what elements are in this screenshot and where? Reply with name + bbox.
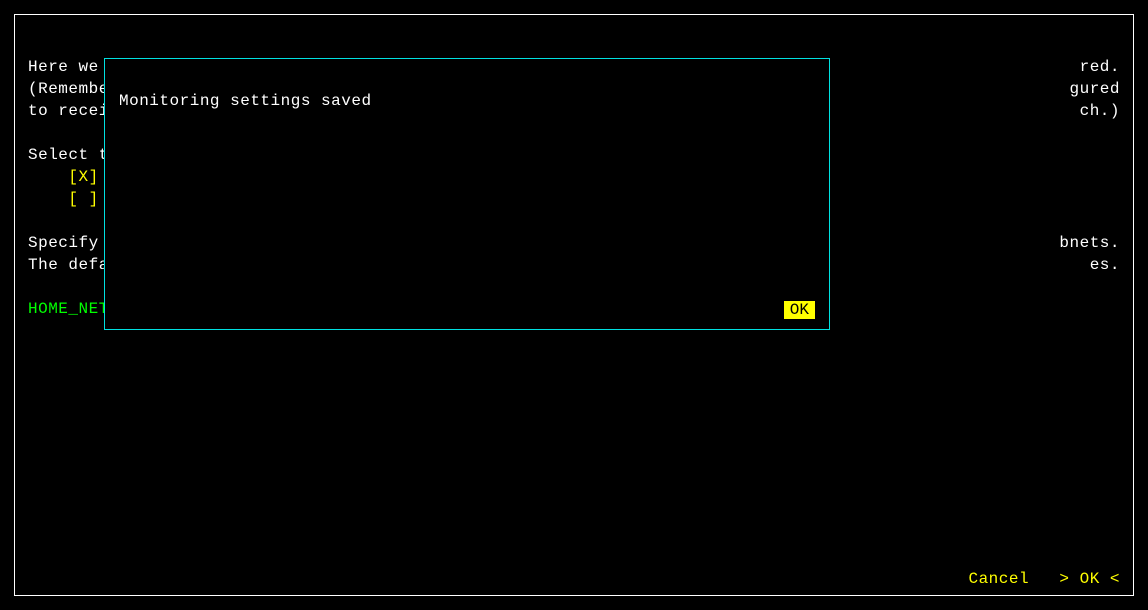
bg-text-left: Here we (28, 56, 99, 78)
checkbox-checked[interactable]: [X] (28, 166, 99, 188)
home-net-label: HOME_NET (28, 298, 109, 320)
bg-text-left: The defa (28, 254, 109, 276)
cancel-button[interactable]: Cancel (968, 570, 1029, 588)
bg-text-left: Select t (28, 144, 109, 166)
bg-text-right: ch.) (1080, 100, 1120, 122)
bg-text-right: es. (1090, 254, 1120, 276)
bg-text-right: bnets. (1059, 232, 1120, 254)
bg-text-left: Specify (28, 232, 99, 254)
dialog-ok-button[interactable]: OK (784, 301, 815, 319)
footer-buttons: Cancel > OK < (968, 568, 1120, 590)
confirmation-dialog: Monitoring settings saved OK (104, 58, 830, 330)
checkbox-unchecked[interactable]: [ ] (28, 188, 99, 210)
dialog-message: Monitoring settings saved (119, 90, 372, 112)
bg-text-left: (Remembe (28, 78, 109, 100)
ok-button[interactable]: > OK < (1059, 570, 1120, 588)
bg-text-right: red. (1080, 56, 1120, 78)
bg-text-right: gured (1069, 78, 1120, 100)
footer-gap (1029, 570, 1059, 588)
bg-text-left: to recei (28, 100, 109, 122)
